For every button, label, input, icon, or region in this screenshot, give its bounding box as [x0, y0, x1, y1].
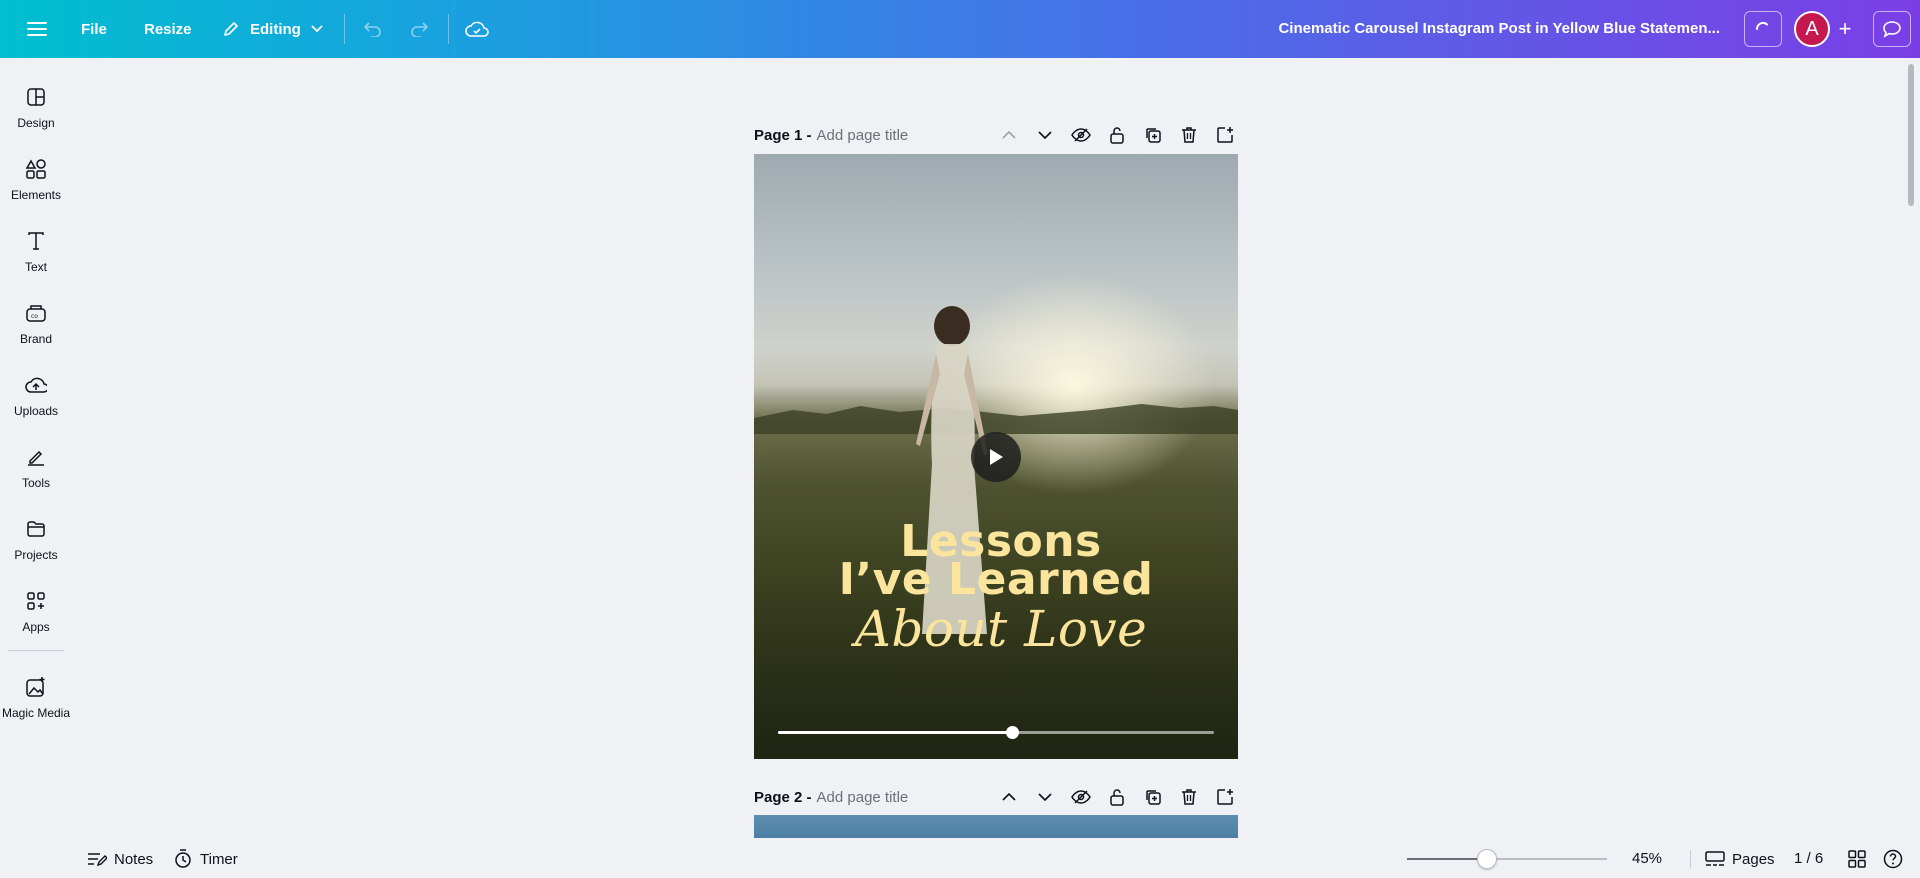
chevron-down-icon[interactable] [1032, 784, 1058, 810]
notes-button[interactable]: Notes [86, 846, 153, 872]
sidebar-item-label: Elements [10, 188, 62, 202]
add-page-icon[interactable] [1212, 784, 1238, 810]
sidebar-item-label: Projects [14, 548, 58, 562]
add-collaborator-icon[interactable]: + [1829, 13, 1861, 45]
chevron-down-icon[interactable] [1032, 122, 1058, 148]
page-title-input[interactable]: Add page title [817, 127, 909, 144]
page-counter[interactable]: 1 / 6 [1794, 850, 1823, 867]
editing-mode-label: Editing [250, 20, 301, 38]
undo-icon[interactable] [358, 14, 388, 44]
page-2-canvas[interactable] [754, 815, 1238, 839]
file-menu-button[interactable]: File [81, 14, 107, 44]
heading-script-line[interactable]: About Love [759, 600, 1238, 658]
bottom-divider [1690, 850, 1691, 868]
design-icon [23, 84, 49, 110]
delete-page-icon[interactable] [1176, 784, 1202, 810]
page-2-header: Page 2 - Add page title [754, 784, 1238, 810]
comments-icon[interactable] [1873, 11, 1911, 47]
chevron-up-icon[interactable] [996, 784, 1022, 810]
help-icon [1882, 848, 1904, 870]
sidebar-item-apps[interactable]: Apps [0, 580, 72, 644]
duplicate-page-icon[interactable] [1140, 122, 1166, 148]
page-title-input[interactable]: Add page title [817, 789, 909, 806]
projects-icon [23, 516, 49, 542]
timer-icon [172, 848, 194, 870]
play-video-button[interactable] [971, 432, 1021, 482]
pages-button[interactable]: Pages [1704, 846, 1775, 872]
heading-line-2[interactable]: I’ve Learned [754, 554, 1238, 605]
tools-icon [23, 444, 49, 470]
uploads-icon [23, 372, 49, 398]
notes-label: Notes [114, 850, 154, 868]
sidebar-item-projects[interactable]: Projects [0, 508, 72, 572]
brand-icon: co [23, 300, 49, 326]
video-progress-fill [778, 731, 1012, 734]
page-number-label: Page 1 - [754, 126, 812, 144]
magic-media-icon [23, 674, 49, 700]
redo-icon[interactable] [404, 14, 434, 44]
chevron-down-icon [311, 25, 323, 33]
timer-button[interactable]: Timer [172, 846, 238, 872]
lock-icon[interactable] [1104, 784, 1130, 810]
sidebar-item-brand[interactable]: co Brand [0, 292, 72, 356]
sidebar-item-design[interactable]: Design [0, 76, 72, 140]
sidebar-item-label: Text [24, 260, 47, 274]
sidebar-item-label: Magic Media [1, 706, 71, 720]
play-icon [990, 449, 1003, 465]
sidebar-item-label: Apps [22, 620, 50, 634]
sidebar-item-uploads[interactable]: Uploads [0, 364, 72, 428]
zoom-slider-handle[interactable] [1477, 849, 1497, 869]
zoom-slider-fill [1407, 858, 1487, 860]
sidebar-item-label: Tools [21, 476, 50, 490]
page-1-canvas[interactable]: Lessons I’ve Learned About Love [754, 154, 1238, 759]
help-button[interactable] [1882, 846, 1910, 872]
video-progress-bar[interactable] [778, 726, 1214, 739]
toolbar-divider [448, 14, 449, 44]
sidebar-item-label: Design [17, 116, 55, 130]
zoom-percentage[interactable]: 45% [1632, 850, 1662, 867]
chevron-up-icon[interactable] [996, 122, 1022, 148]
sidebar-item-text[interactable]: Text [0, 220, 72, 284]
sidebar-item-tools[interactable]: Tools [0, 436, 72, 500]
delete-page-icon[interactable] [1176, 122, 1202, 148]
main-menu-icon[interactable] [22, 14, 52, 44]
notes-icon [86, 848, 108, 870]
grid-view-button[interactable] [1846, 846, 1874, 872]
zoom-slider[interactable] [1407, 849, 1607, 869]
sidebar-item-label: Brand [19, 332, 53, 346]
left-sidebar: Design Elements Text co Brand Uploads To… [0, 58, 72, 878]
document-title[interactable]: Cinematic Carousel Instagram Post in Yel… [1278, 20, 1720, 37]
user-avatar[interactable]: A [1794, 11, 1830, 47]
sidebar-item-elements[interactable]: Elements [0, 148, 72, 212]
pages-label: Pages [1732, 850, 1775, 868]
svg-text:co: co [31, 313, 38, 320]
vertical-scrollbar[interactable] [1908, 64, 1914, 206]
apps-icon [23, 588, 49, 614]
elements-icon [23, 156, 49, 182]
add-page-icon[interactable] [1212, 122, 1238, 148]
top-toolbar: File Resize Editing Cinematic Carousel I… [0, 0, 1920, 58]
text-icon [23, 228, 49, 254]
hide-page-icon[interactable] [1068, 122, 1094, 148]
page-1-header: Page 1 - Add page title [754, 122, 1238, 148]
hide-page-icon[interactable] [1068, 784, 1094, 810]
pencil-icon [222, 20, 240, 38]
cloud-saved-icon[interactable] [462, 14, 492, 44]
loading-spinner-button[interactable] [1744, 11, 1782, 47]
editing-mode-button[interactable]: Editing [222, 14, 323, 44]
lock-icon[interactable] [1104, 122, 1130, 148]
sidebar-divider [8, 650, 64, 651]
resize-button[interactable]: Resize [144, 14, 192, 44]
grid-view-icon [1846, 848, 1868, 870]
page-number-label: Page 2 - [754, 788, 812, 806]
toolbar-divider [344, 14, 345, 44]
bottom-bar: Notes Timer 45% Pages 1 / 6 [0, 838, 1920, 878]
duplicate-page-icon[interactable] [1140, 784, 1166, 810]
sidebar-item-magic-media[interactable]: Magic Media [0, 666, 72, 730]
video-progress-handle[interactable] [1005, 726, 1019, 739]
timer-label: Timer [200, 850, 238, 868]
pages-icon [1704, 848, 1726, 870]
sidebar-item-label: Uploads [13, 404, 59, 418]
